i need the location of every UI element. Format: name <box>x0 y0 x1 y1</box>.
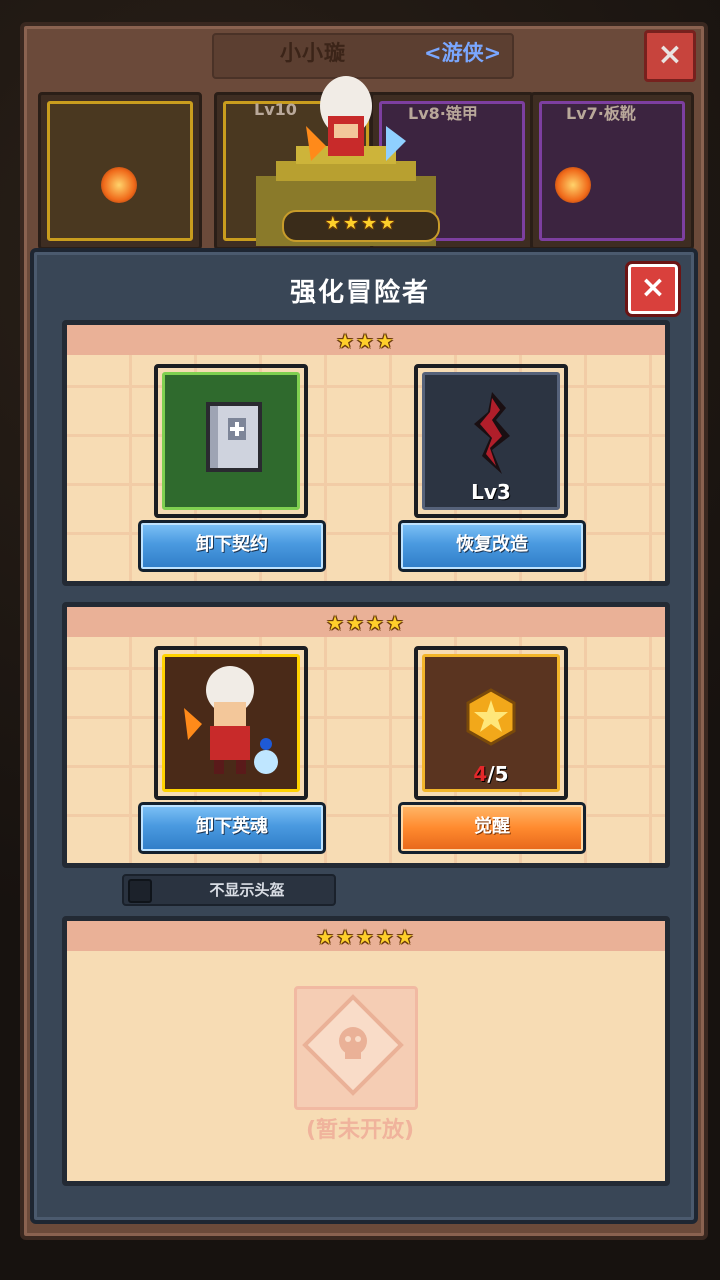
unequip-hero-soul-button[interactable]: 卸下英魂 <box>138 802 326 854</box>
awaken-count-total: /5 <box>487 762 509 786</box>
awaken-count-current: 4 <box>473 762 488 786</box>
character-panel-close-button[interactable]: × <box>644 30 696 82</box>
equipment-level-label: Lv7·板靴 <box>566 104 636 123</box>
star-medal-icon <box>466 688 516 746</box>
locked-skull-icon <box>302 994 404 1096</box>
restore-modification-button[interactable]: 恢复改造 <box>398 520 586 572</box>
tier-5-stars: ★★★★★ <box>316 925 416 949</box>
modification-level: Lv3 <box>471 480 511 504</box>
hero-star-rating: ★★★★ <box>324 213 398 234</box>
contract-slot[interactable] <box>154 364 308 518</box>
character-class: <游侠> <box>424 41 502 65</box>
unequip-contract-button[interactable]: 卸下契约 <box>138 520 326 572</box>
modification-slot[interactable]: Lv3 <box>414 364 568 518</box>
contract-book-icon <box>206 402 262 472</box>
tier-4-stars: ★★★★ <box>326 611 406 635</box>
awaken-medal-slot[interactable]: 4/5 <box>414 646 568 800</box>
hero-soul-icon <box>184 666 278 774</box>
hero-soul-slot[interactable] <box>154 646 308 800</box>
equipment-slot-weapon[interactable] <box>38 92 202 250</box>
hide-helmet-toggle[interactable]: 不显示头盔 <box>122 874 336 906</box>
locked-slot <box>294 986 418 1110</box>
orb-icon <box>555 167 591 203</box>
dark-whip-icon <box>474 392 510 474</box>
character-name: 小小璇 <box>280 41 346 65</box>
tier-3-stars: ★★★ <box>336 329 396 353</box>
orb-icon <box>101 167 137 203</box>
awaken-progress: 4/5 <box>418 762 564 786</box>
awaken-button[interactable]: 觉醒 <box>398 802 586 854</box>
not-yet-open-text: (暂未开放) <box>305 1118 415 1143</box>
hide-helmet-checkbox[interactable] <box>128 879 152 903</box>
close-icon: × <box>657 37 683 72</box>
hide-helmet-label: 不显示头盔 <box>209 881 285 899</box>
hero-stars-bar: ★★★★ <box>282 210 440 242</box>
close-icon: × <box>640 270 666 305</box>
modal-close-button[interactable]: × <box>625 261 681 317</box>
modal-title: 强化冒险者 <box>289 278 430 308</box>
